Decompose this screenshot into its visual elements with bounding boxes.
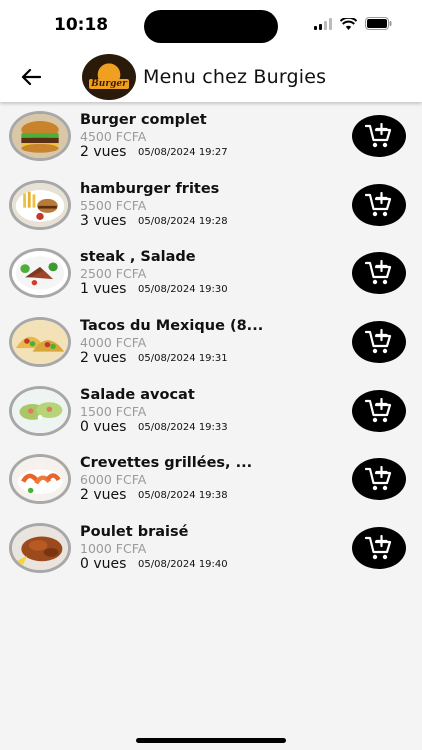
dish-name: Burger complet <box>80 112 207 128</box>
dish-date: 05/08/2024 19:30 <box>138 284 228 296</box>
cart-plus-icon <box>365 329 392 354</box>
food-photo-icon <box>12 182 68 227</box>
cart-plus-icon <box>365 466 392 491</box>
dish-views: 0 vues <box>80 418 127 435</box>
status-bar: 10:18 <box>0 0 422 52</box>
add-to-cart-button[interactable] <box>352 321 406 364</box>
menu-item[interactable]: steak , Salade 2500 FCFA 1 vues 05/08/20… <box>0 239 422 308</box>
dish-views: 1 vues <box>80 281 127 298</box>
dish-image <box>9 454 71 505</box>
dish-price: 4500 FCFA <box>80 129 147 144</box>
menu-item[interactable]: Salade avocat 1500 FCFA 0 vues 05/08/202… <box>0 377 422 446</box>
menu-item[interactable]: Poulet braisé 1000 FCFA 0 vues 05/08/202… <box>0 514 422 583</box>
dish-image <box>9 385 71 436</box>
add-to-cart-button[interactable] <box>352 115 406 157</box>
menu-item[interactable]: hamburger frites 5500 FCFA 3 vues 05/08/… <box>0 171 422 240</box>
cart-plus-icon <box>365 123 392 148</box>
dish-views: 2 vues <box>80 487 127 504</box>
cart-plus-icon <box>365 535 392 560</box>
dish-date: 05/08/2024 19:31 <box>138 353 228 365</box>
cart-plus-icon <box>365 191 392 216</box>
food-photo-icon <box>12 114 68 158</box>
add-to-cart-button[interactable] <box>352 252 406 295</box>
app-header: Burger Menu chez Burgies <box>0 52 422 102</box>
dish-date: 05/08/2024 19:38 <box>138 490 228 502</box>
food-photo-icon <box>12 388 68 433</box>
status-time: 10:18 <box>54 15 109 35</box>
dish-name: Salade avocat <box>80 386 195 403</box>
food-photo-icon <box>12 251 68 296</box>
food-photo-icon <box>12 526 68 571</box>
logo-text: Burger <box>89 79 129 89</box>
page-title: Menu chez Burgies <box>143 66 327 88</box>
add-to-cart-button[interactable] <box>352 458 406 501</box>
dish-price: 5500 FCFA <box>80 197 147 213</box>
dish-price: 4000 FCFA <box>80 335 147 351</box>
dish-name: Poulet braisé <box>80 524 189 541</box>
home-indicator <box>136 738 286 743</box>
dish-image <box>9 179 71 230</box>
menu-item[interactable]: Tacos du Mexique (8... 4000 FCFA 2 vues … <box>0 308 422 377</box>
restaurant-logo: Burger <box>82 54 136 100</box>
dish-date: 05/08/2024 19:28 <box>138 215 228 227</box>
dish-image <box>9 248 71 299</box>
battery-icon <box>365 17 392 30</box>
dish-views: 3 vues <box>80 212 127 229</box>
add-to-cart-button[interactable] <box>352 389 406 432</box>
dish-name: Tacos du Mexique (8... <box>80 318 264 335</box>
cellular-signal-icon <box>314 17 332 30</box>
wifi-icon <box>340 17 357 30</box>
dish-date: 05/08/2024 19:40 <box>138 559 228 571</box>
cart-plus-icon <box>365 397 392 422</box>
dish-date: 05/08/2024 19:27 <box>138 147 228 158</box>
cart-plus-icon <box>365 260 392 285</box>
add-to-cart-button[interactable] <box>352 183 406 226</box>
dish-date: 05/08/2024 19:33 <box>138 421 228 433</box>
food-photo-icon <box>12 457 68 502</box>
dish-price: 1000 FCFA <box>80 541 147 557</box>
add-to-cart-button[interactable] <box>352 527 406 570</box>
dish-price: 2500 FCFA <box>80 266 147 282</box>
dish-views: 2 vues <box>80 144 127 160</box>
menu-list: Burger complet 4500 FCFA 2 vues 05/08/20… <box>0 102 422 583</box>
dish-name: Crevettes grillées, ... <box>80 455 253 472</box>
dish-price: 1500 FCFA <box>80 403 147 419</box>
dish-image <box>9 317 71 368</box>
menu-item[interactable]: Crevettes grillées, ... 6000 FCFA 2 vues… <box>0 445 422 514</box>
food-photo-icon <box>12 320 68 365</box>
dynamic-island <box>144 10 278 43</box>
dish-image <box>9 523 71 574</box>
dish-views: 2 vues <box>80 350 127 367</box>
dish-name: hamburger frites <box>80 180 220 197</box>
dish-price: 6000 FCFA <box>80 472 147 488</box>
arrow-left-icon <box>21 68 41 86</box>
back-button[interactable] <box>18 64 44 90</box>
status-icons <box>314 17 392 30</box>
dish-name: steak , Salade <box>80 249 196 266</box>
menu-item[interactable]: Burger complet 4500 FCFA 2 vues 05/08/20… <box>0 102 422 171</box>
dish-image <box>9 111 71 161</box>
dish-views: 0 vues <box>80 556 127 573</box>
